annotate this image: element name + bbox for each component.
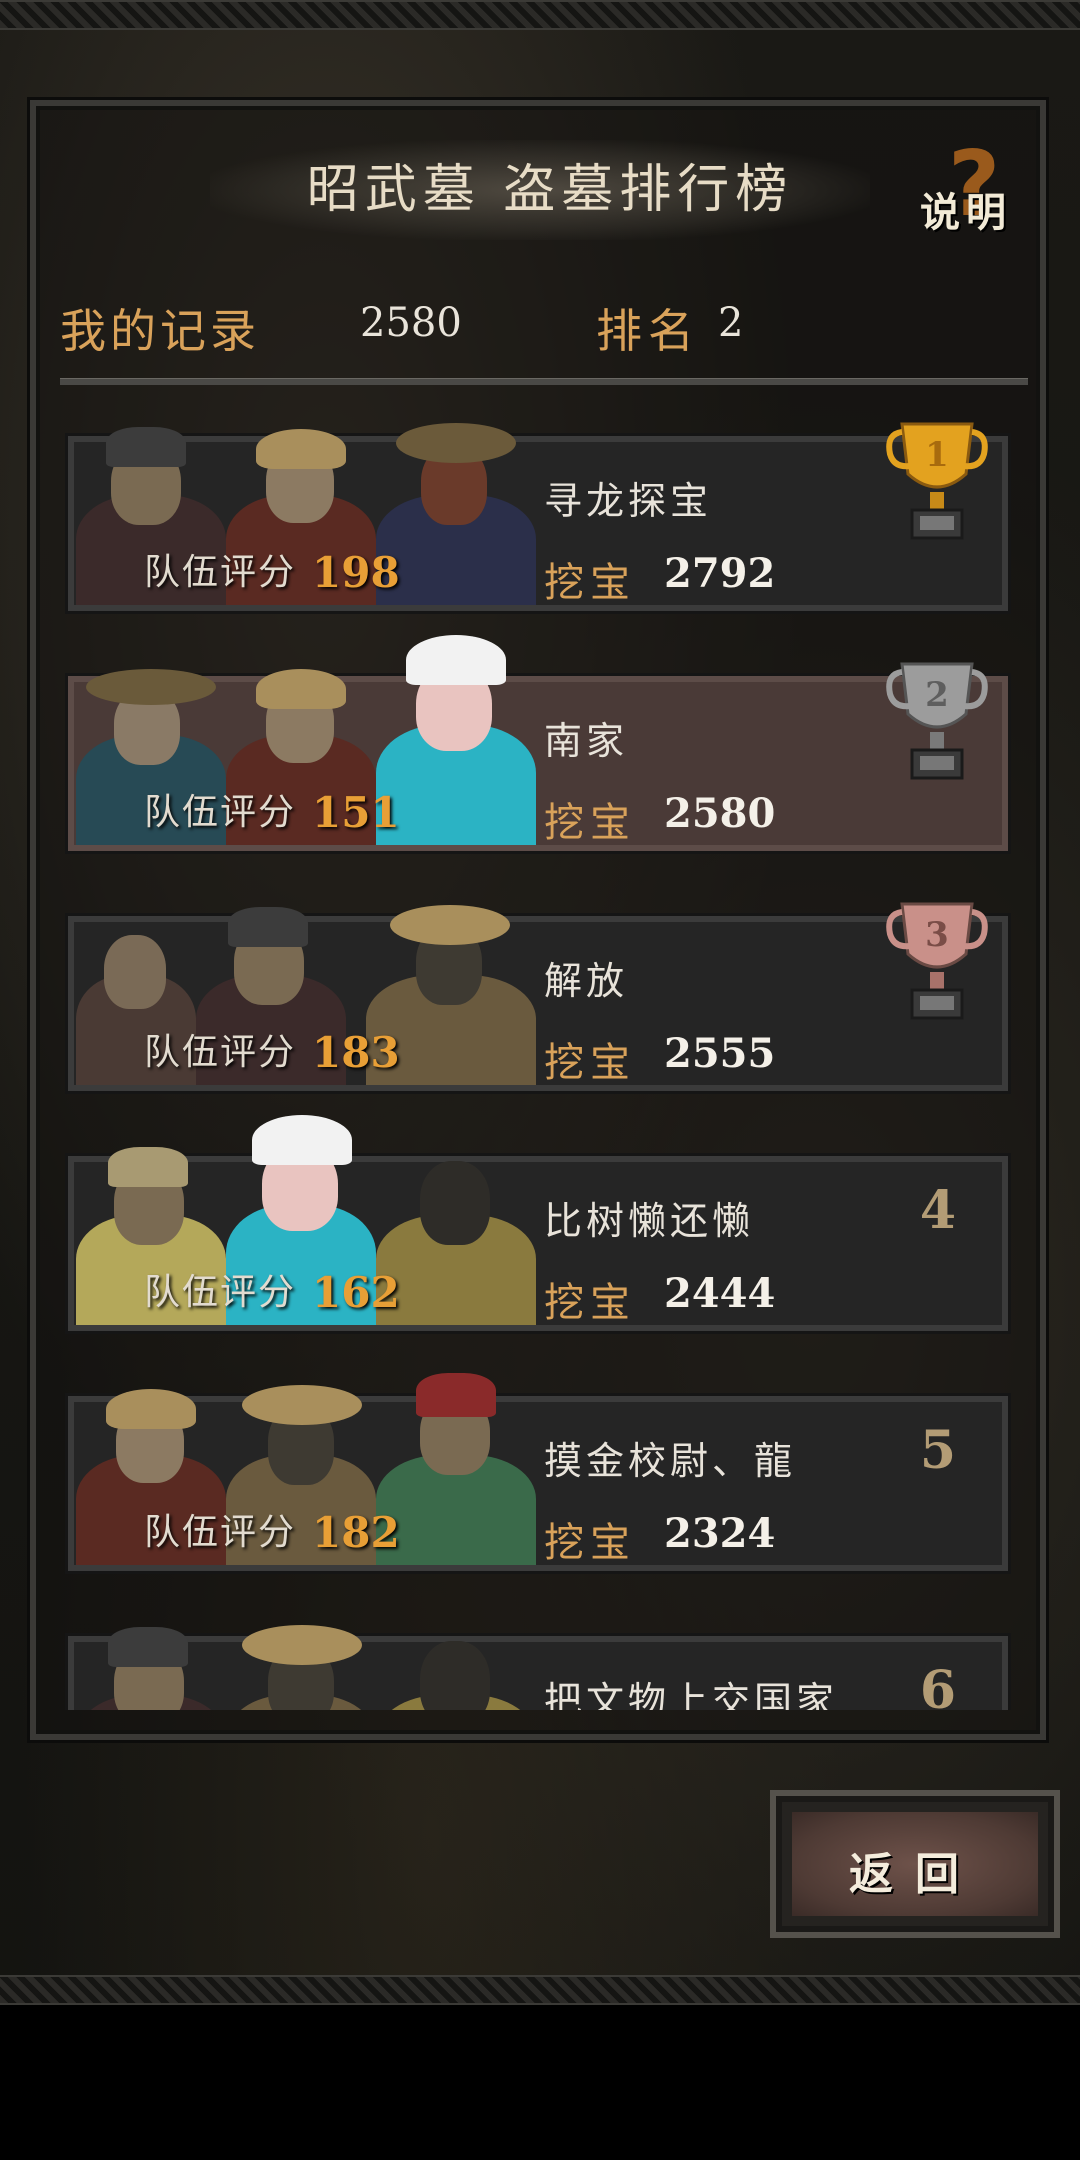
help-button[interactable]: ? 说明 bbox=[920, 132, 1040, 240]
my-rank-value: 2 bbox=[718, 300, 744, 346]
dig-value: 2792 bbox=[664, 550, 776, 597]
team-score-value: 183 bbox=[312, 1028, 400, 1077]
character-portrait bbox=[376, 1605, 536, 1710]
team-name: 解放 bbox=[544, 959, 629, 1003]
divider bbox=[60, 378, 1028, 385]
dig-label: 挖宝 bbox=[544, 1280, 636, 1326]
leaderboard-row[interactable]: 队伍评分 198 寻龙探宝 挖宝 2792 1 bbox=[68, 422, 1008, 611]
dig-label: 挖宝 bbox=[544, 800, 636, 846]
team-score-label: 队伍评分 bbox=[144, 1032, 297, 1073]
rank-number: 4 bbox=[919, 1180, 956, 1241]
my-rank-label: 排名 bbox=[596, 304, 700, 358]
gold-trophy-icon: 1 bbox=[886, 422, 988, 540]
character-portrait bbox=[376, 1125, 536, 1325]
team-portraits: 队伍评分 162 bbox=[76, 1105, 536, 1325]
rank-number: 5 bbox=[919, 1420, 956, 1481]
team-score-label: 队伍评分 bbox=[144, 1512, 297, 1553]
back-button-label: 返回 bbox=[849, 1849, 981, 1900]
team-score-value: 182 bbox=[312, 1508, 400, 1557]
dig-label: 挖宝 bbox=[544, 1520, 636, 1566]
character-portrait bbox=[376, 420, 536, 605]
team-score-label: 队伍评分 bbox=[144, 552, 297, 593]
team-name: 寻龙探宝 bbox=[544, 479, 713, 523]
page-title: 昭武墓 盗墓排行榜 bbox=[306, 160, 794, 220]
bottom-bar bbox=[0, 2005, 1080, 2160]
team-score-value: 198 bbox=[312, 548, 400, 597]
svg-text:2: 2 bbox=[925, 675, 949, 715]
team-portraits bbox=[76, 1585, 536, 1710]
rank-number: 6 bbox=[919, 1660, 956, 1710]
team-name: 比树懒还懒 bbox=[544, 1199, 755, 1243]
leaderboard-list[interactable]: 队伍评分 198 寻龙探宝 挖宝 2792 1 队伍评分 151 南家 挖宝 2… bbox=[60, 420, 1020, 1710]
dig-value: 2580 bbox=[664, 790, 776, 837]
team-name: 摸金校尉、龍 bbox=[544, 1439, 797, 1483]
team-portraits: 队伍评分 198 bbox=[76, 420, 536, 605]
team-score-value: 162 bbox=[312, 1268, 400, 1317]
team-portraits: 队伍评分 183 bbox=[76, 865, 536, 1085]
leaderboard-row[interactable]: 队伍评分 183 解放 挖宝 2555 3 bbox=[68, 902, 1008, 1091]
team-portraits: 队伍评分 151 bbox=[76, 625, 536, 845]
leaderboard-row-highlighted[interactable]: 队伍评分 151 南家 挖宝 2580 2 bbox=[68, 635, 1008, 851]
leaderboard-row[interactable]: 队伍评分 182 摸金校尉、龍 挖宝 2324 5 bbox=[68, 1373, 1008, 1571]
character-portrait bbox=[226, 1605, 376, 1710]
help-label: 说明 bbox=[920, 189, 1012, 236]
back-button-face: 返回 bbox=[792, 1812, 1038, 1916]
dig-label: 挖宝 bbox=[544, 1040, 636, 1086]
my-record-label: 我的记录 bbox=[60, 304, 260, 358]
team-score-label: 队伍评分 bbox=[144, 792, 297, 833]
leaderboard-row[interactable]: 把文物上交国家 6 bbox=[68, 1625, 1008, 1710]
svg-text:3: 3 bbox=[925, 915, 949, 955]
team-score-value: 151 bbox=[312, 788, 400, 837]
dig-value: 2444 bbox=[664, 1270, 776, 1317]
back-button[interactable]: 返回 bbox=[770, 1790, 1060, 1938]
character-portrait bbox=[376, 1355, 536, 1565]
svg-text:1: 1 bbox=[925, 435, 949, 475]
silver-trophy-icon: 2 bbox=[886, 662, 988, 780]
leaderboard-row[interactable]: 队伍评分 162 比树懒还懒 挖宝 2444 4 bbox=[68, 1115, 1008, 1331]
my-record-value: 2580 bbox=[360, 300, 462, 346]
character-portrait bbox=[376, 625, 536, 845]
bottom-border-pattern bbox=[0, 1975, 1080, 2005]
team-name: 南家 bbox=[544, 719, 629, 763]
team-name: 把文物上交国家 bbox=[544, 1679, 839, 1710]
bronze-trophy-icon: 3 bbox=[886, 902, 988, 1020]
character-portrait bbox=[76, 1605, 226, 1710]
team-portraits: 队伍评分 182 bbox=[76, 1345, 536, 1565]
team-score-label: 队伍评分 bbox=[144, 1272, 297, 1313]
dig-value: 2555 bbox=[664, 1030, 776, 1077]
dig-value: 2324 bbox=[664, 1510, 776, 1557]
top-border-pattern bbox=[0, 0, 1080, 30]
dig-label: 挖宝 bbox=[544, 560, 636, 606]
